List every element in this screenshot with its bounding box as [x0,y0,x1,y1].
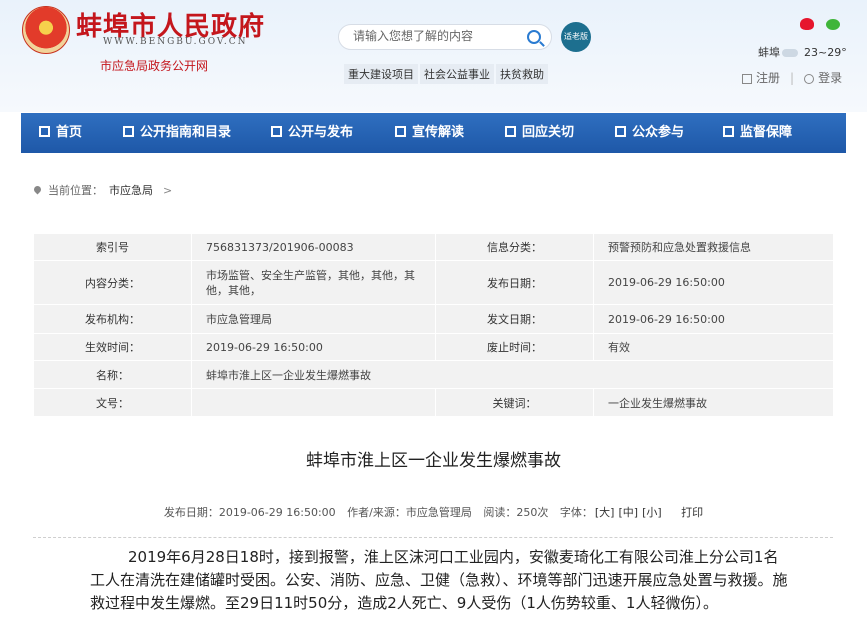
search-box [338,24,552,50]
meta-value: 一企业发生爆燃事故 [593,388,834,417]
article-views: 阅读：250次 [483,506,549,519]
nav-home[interactable]: 首页 [39,113,82,153]
meta-key: 索引号 [33,233,192,261]
font-medium-button[interactable]: [中] [618,506,638,519]
table-row: 生效时间： 2019-06-29 16:50:00 废止时间： 有效 [33,333,834,361]
search-input[interactable] [353,29,523,43]
register-link[interactable]: 注册 [756,71,780,85]
site-header: 蚌埠市人民政府 WWW.BENGBU.GOV.CN 市应急局政务公开网 适老版 … [0,0,867,112]
meta-key: 发文日期： [435,304,594,334]
table-row: 文号： 关键词： 一企业发生爆燃事故 [33,388,834,417]
divider [33,537,833,538]
main-nav: 首页 公开指南和目录 公开与发布 宣传解读 回应关切 公众参与 监督保障 [21,113,846,153]
subsite-name[interactable]: 市应急局政务公开网 [100,57,208,74]
article-title: 蚌埠市淮上区一企业发生爆燃事故 [306,451,561,471]
nav-participation[interactable]: 公众参与 [615,113,684,153]
book-icon [395,126,406,137]
report-icon [271,126,282,137]
font-size-label: 字体： [559,506,593,519]
wechat-icon[interactable] [826,19,840,30]
meta-key: 内容分类： [33,260,192,305]
table-row: 名称： 蚌埠市淮上区一企业发生爆燃事故 [33,360,834,389]
separator: | [790,71,795,85]
breadcrumb: 当前位置： 市应急局 > [32,182,173,198]
font-large-button[interactable]: [大] [595,506,615,519]
article-meta: 发布日期：2019-06-29 16:50:00 作者/来源：市应急管理局 阅读… [0,504,867,520]
nav-supervision-label: 监督保障 [740,125,793,140]
meta-key: 文号： [33,388,192,417]
meta-value: 蚌埠市淮上区一企业发生爆燃事故 [191,360,834,389]
print-button[interactable]: 打印 [681,506,703,519]
nav-home-label: 首页 [56,125,83,140]
meta-key: 发布机构： [33,304,192,334]
nav-publish[interactable]: 公开与发布 [271,113,353,153]
meta-value: 2019-06-29 16:50:00 [593,304,834,334]
meta-value: 2019-06-29 16:50:00 [593,260,834,305]
list-icon [39,126,50,137]
meta-value: 2019-06-29 16:50:00 [191,333,436,361]
table-row: 内容分类： 市场监管、安全生产监管，其他，其他，其他，其他， 发布日期： 201… [33,260,834,305]
article-author: 作者/来源：市应急管理局 [347,506,472,519]
metadata-table: 索引号 756831373/201906-00083 信息分类： 预警预防和应急… [33,233,834,417]
weather: 蚌埠 23~29° [758,44,847,60]
table-row: 发布机构： 市应急管理局 发文日期： 2019-06-29 16:50:00 [33,304,834,334]
table-row: 索引号 756831373/201906-00083 信息分类： 预警预防和应急… [33,233,834,261]
breadcrumb-arrow: > [163,184,173,197]
people-icon [615,126,626,137]
breadcrumb-label: 当前位置： [48,184,103,197]
article-body: 2019年6月28日18时，接到报警，淮上区沫河口工业园内，安徽麦琦化工有限公司… [90,548,788,612]
nav-publish-label: 公开与发布 [288,125,354,140]
login-link[interactable]: 登录 [818,71,842,85]
weibo-icon[interactable] [800,18,814,30]
meta-value: 市应急管理局 [191,304,436,334]
nav-guide-label: 公开指南和目录 [140,125,232,140]
edit-icon [742,73,752,84]
document-icon [123,126,134,137]
nav-supervision[interactable]: 监督保障 [723,113,792,153]
meta-value [191,388,436,417]
elderly-mode-button[interactable]: 适老版 [561,22,591,52]
nav-participation-label: 公众参与 [632,125,685,140]
city-emblem-logo[interactable] [22,6,70,54]
font-small-button[interactable]: [小] [642,506,662,519]
meta-key: 发布日期： [435,260,594,305]
hot-link-public-welfare[interactable]: 社会公益事业 [420,64,494,84]
nav-response[interactable]: 回应关切 [505,113,574,153]
hot-link-major-projects[interactable]: 重大建设项目 [344,64,418,84]
article-date: 发布日期：2019-06-29 16:50:00 [163,506,336,519]
cloud-icon [782,49,798,57]
hot-links: 重大建设项目 社会公益事业 扶贫救助 [344,64,550,84]
meta-value: 预警预防和应急处置救援信息 [593,233,834,261]
weather-temp: 23~29° [804,46,847,59]
meta-key: 信息分类： [435,233,594,261]
user-icon [804,73,815,84]
meta-value: 有效 [593,333,834,361]
meta-value: 市场监管、安全生产监管，其他，其他，其他，其他， [191,260,436,305]
location-pin-icon [32,184,43,195]
meta-key: 名称： [33,360,192,389]
nav-response-label: 回应关切 [522,125,575,140]
meta-value: 756831373/201906-00083 [191,233,436,261]
search-icon[interactable] [527,30,541,44]
weather-city: 蚌埠 [758,46,780,59]
nav-guide[interactable]: 公开指南和目录 [123,113,231,153]
nav-interpretation[interactable]: 宣传解读 [395,113,464,153]
shield-icon [723,126,734,137]
account-links: 注册 | 登录 [742,69,842,86]
nav-interpretation-label: 宣传解读 [412,125,465,140]
meta-key: 关键词： [435,388,594,417]
hot-link-poverty-relief[interactable]: 扶贫救助 [496,64,548,84]
meta-key: 生效时间： [33,333,192,361]
site-url: WWW.BENGBU.GOV.CN [103,37,248,47]
breadcrumb-current[interactable]: 市应急局 [109,184,153,197]
chat-icon [505,126,516,137]
meta-key: 废止时间： [435,333,594,361]
